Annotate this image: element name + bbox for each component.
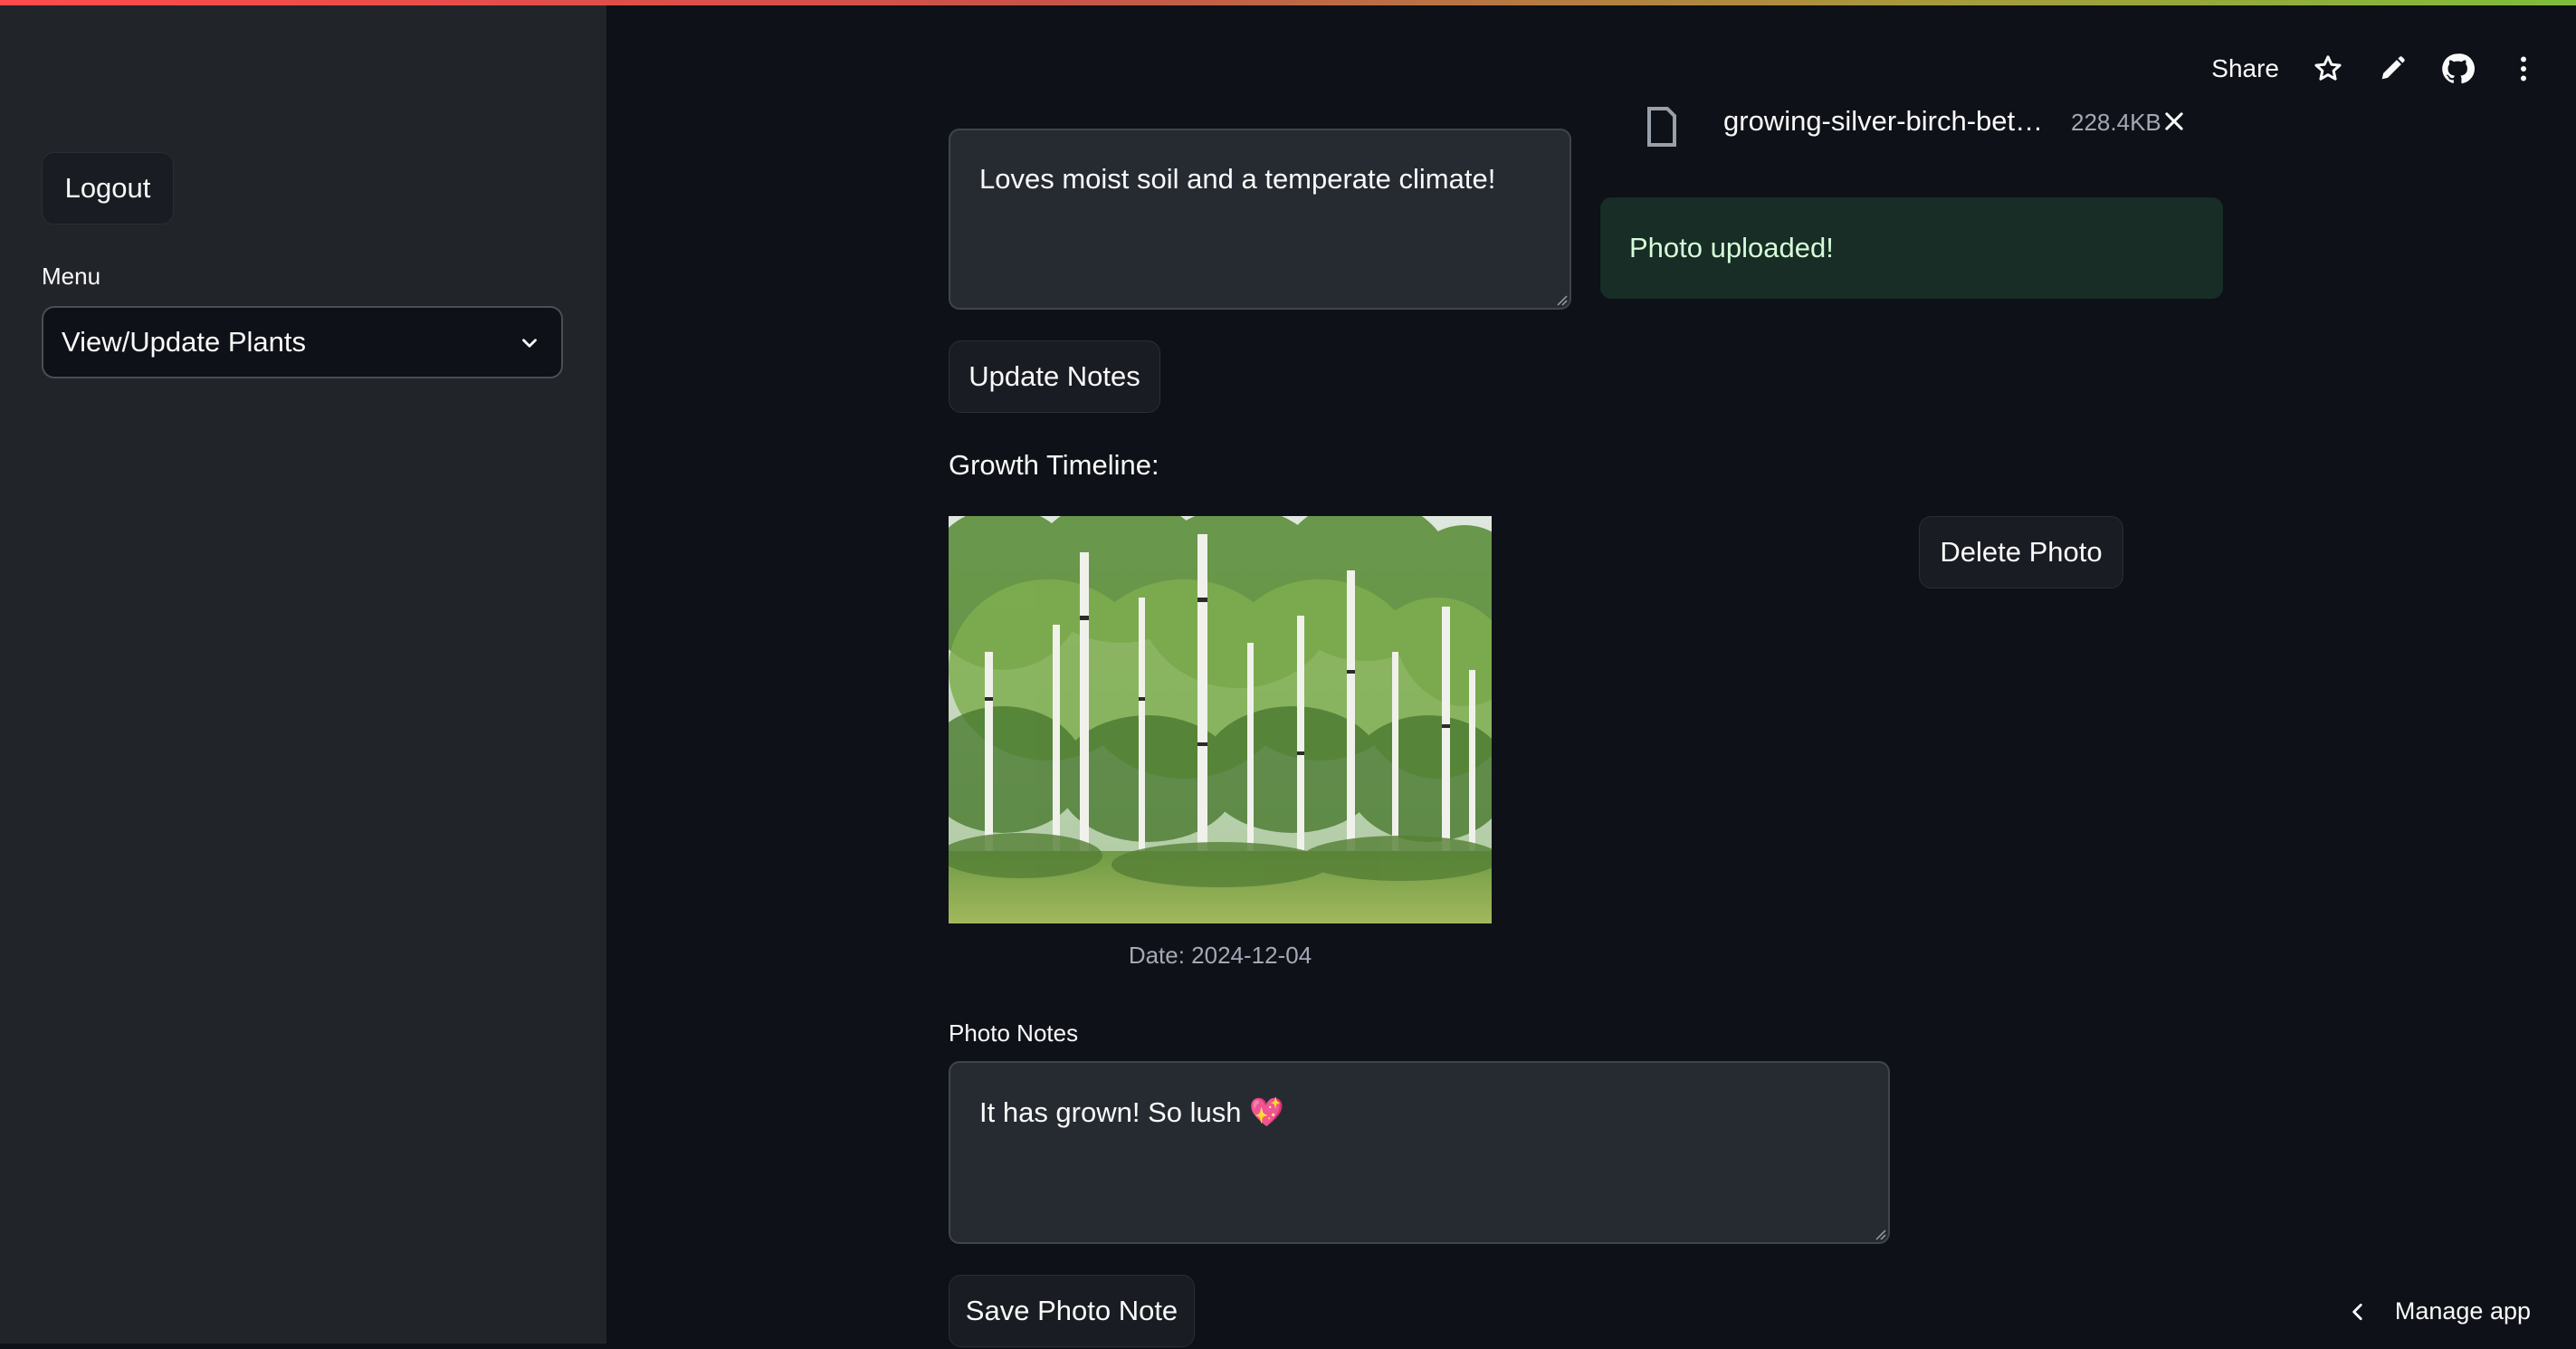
star-icon[interactable]: [2312, 53, 2344, 85]
menu-select-value: View/Update Plants: [62, 326, 306, 358]
plant-photo: [949, 516, 1492, 923]
photo-date-caption: Date: 2024-12-04: [1128, 942, 1312, 969]
resize-grip-icon[interactable]: [1553, 292, 1568, 306]
upload-success-alert: Photo uploaded!: [1600, 197, 2223, 299]
chevron-left-icon: [2346, 1300, 2370, 1324]
sidebar: Logout Menu View/Update Plants: [0, 5, 606, 1344]
manage-app-label: Manage app: [2394, 1297, 2531, 1325]
menu-label: Menu: [42, 263, 101, 290]
upload-success-text: Photo uploaded!: [1629, 232, 1834, 263]
app-toolbar: Share: [2211, 45, 2540, 92]
logout-button[interactable]: Logout: [42, 152, 174, 225]
file-icon: [1642, 105, 1682, 148]
delete-photo-button[interactable]: Delete Photo: [1919, 516, 2123, 588]
manage-app-button[interactable]: Manage app: [2346, 1297, 2531, 1325]
save-photo-note-button[interactable]: Save Photo Note: [949, 1275, 1195, 1347]
plant-notes-value: Loves moist soil and a temperate climate…: [979, 163, 1496, 195]
share-button[interactable]: Share: [2211, 54, 2279, 83]
photo-notes-value: It has grown! So lush 💖: [979, 1096, 1284, 1128]
pencil-icon[interactable]: [2377, 53, 2408, 84]
resize-grip-icon[interactable]: [1872, 1226, 1886, 1240]
plant-notes-textarea[interactable]: Loves moist soil and a temperate climate…: [949, 129, 1571, 310]
close-icon[interactable]: [2161, 109, 2187, 134]
photo-notes-label: Photo Notes: [949, 1019, 1079, 1047]
menu-select[interactable]: View/Update Plants: [42, 306, 563, 378]
uploaded-file-size: 228.4KB: [2071, 109, 2161, 136]
uploaded-file-name: growing-silver-birch-bet…: [1723, 105, 2044, 137]
update-notes-button[interactable]: Update Notes: [949, 340, 1160, 413]
github-icon[interactable]: [2440, 52, 2475, 86]
growth-timeline-heading: Growth Timeline:: [949, 449, 1159, 481]
more-vert-icon[interactable]: [2507, 53, 2540, 85]
chevron-down-icon: [518, 331, 541, 355]
photo-notes-textarea[interactable]: It has grown! So lush 💖: [949, 1061, 1890, 1244]
